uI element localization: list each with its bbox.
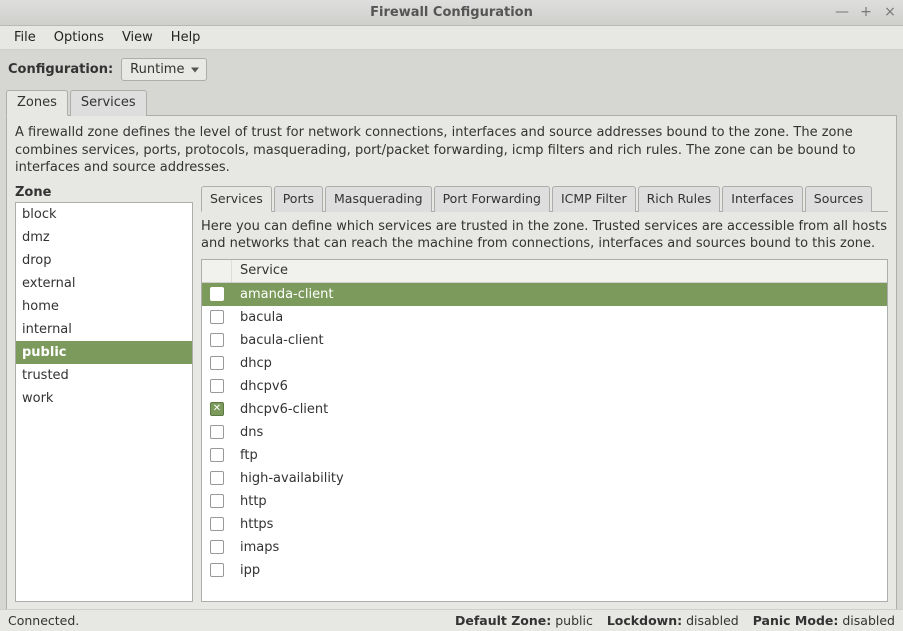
service-row-amanda-client[interactable]: amanda-client [202,283,887,306]
service-row-dhcp[interactable]: dhcp [202,352,887,375]
zone-heading: Zone [15,185,193,200]
tab-icmp-filter[interactable]: ICMP Filter [552,186,636,212]
tab-port-forwarding[interactable]: Port Forwarding [434,186,550,212]
service-checkbox-amanda-client[interactable] [210,287,224,301]
config-selected: Runtime [130,62,184,77]
service-header-checkbox-col [202,260,232,282]
tab-ports[interactable]: Ports [274,186,323,212]
maximize-icon[interactable]: + [857,3,875,21]
tab-sources[interactable]: Sources [805,186,872,212]
titlebar: Firewall Configuration — + × [0,0,903,26]
zone-item-internal[interactable]: internal [16,318,192,341]
config-label: Configuration: [8,62,113,77]
zone-item-work[interactable]: work [16,387,192,410]
service-row-dhcpv6[interactable]: dhcpv6 [202,375,887,398]
service-row-http[interactable]: http [202,490,887,513]
config-dropdown[interactable]: Runtime [121,58,207,81]
service-checkbox-bacula-client[interactable] [210,333,224,347]
service-name: ftp [232,446,887,465]
services-description: Here you can define which services are t… [201,218,888,253]
service-checkbox-dns[interactable] [210,425,224,439]
service-checkbox-https[interactable] [210,517,224,531]
service-checkbox-http[interactable] [210,494,224,508]
service-name: high-availability [232,469,887,488]
zone-item-external[interactable]: external [16,272,192,295]
service-row-bacula[interactable]: bacula [202,306,887,329]
status-right: Default Zone: public Lockdown: disabled … [455,613,895,628]
service-name: bacula-client [232,331,887,350]
service-row-ftp[interactable]: ftp [202,444,887,467]
zone-item-public[interactable]: public [16,341,192,364]
service-name: dhcp [232,354,887,373]
service-name: https [232,515,887,534]
service-name: imaps [232,538,887,557]
window-controls: — + × [833,3,899,21]
tab-masquerading[interactable]: Masquerading [325,186,432,212]
service-header-name: Service [232,260,887,281]
service-row-dhcpv6-client[interactable]: dhcpv6-client [202,398,887,421]
zones-panel: A firewalld zone defines the level of tr… [6,116,897,611]
zone-item-drop[interactable]: drop [16,249,192,272]
tab-rich-rules[interactable]: Rich Rules [638,186,721,212]
service-checkbox-imaps[interactable] [210,540,224,554]
service-name: dns [232,423,887,442]
status-panic: Panic Mode: disabled [753,613,895,628]
service-row-bacula-client[interactable]: bacula-client [202,329,887,352]
zone-description: A firewalld zone defines the level of tr… [15,124,888,177]
config-row: Configuration: Runtime [0,50,903,89]
service-table: Service amanda-client bacula bacula-client… [201,259,888,602]
service-name: amanda-client [232,285,887,304]
zone-list[interactable]: blockdmzdropexternalhomeinternalpublictr… [15,202,193,602]
zone-item-trusted[interactable]: trusted [16,364,192,387]
status-connected: Connected. [8,613,79,628]
tab-interfaces[interactable]: Interfaces [722,186,802,212]
menu-file[interactable]: File [6,27,44,48]
service-checkbox-ipp[interactable] [210,563,224,577]
service-checkbox-high-availability[interactable] [210,471,224,485]
service-header: Service [202,260,887,283]
service-row-https[interactable]: https [202,513,887,536]
services-panel: Here you can define which services are t… [201,212,888,602]
status-default-zone: Default Zone: public [455,613,593,628]
zones-content: Zone blockdmzdropexternalhomeinternalpub… [15,185,888,602]
service-name: ipp [232,561,887,580]
minimize-icon[interactable]: — [833,3,851,21]
tab-services[interactable]: Services [201,186,272,212]
inner-tabs: Services Ports Masquerading Port Forward… [201,185,888,212]
tab-zones[interactable]: Zones [6,90,68,116]
menu-options[interactable]: Options [46,27,112,48]
statusbar: Connected. Default Zone: public Lockdown… [0,609,903,631]
service-name: bacula [232,308,887,327]
zone-detail-column: Services Ports Masquerading Port Forward… [201,185,888,602]
window-title: Firewall Configuration [370,5,533,20]
service-rows[interactable]: amanda-client bacula bacula-client dhcp dhcp… [202,283,887,601]
service-row-high-availability[interactable]: high-availability [202,467,887,490]
zone-item-home[interactable]: home [16,295,192,318]
service-checkbox-dhcpv6-client[interactable] [210,402,224,416]
zone-column: Zone blockdmzdropexternalhomeinternalpub… [15,185,193,602]
menu-help[interactable]: Help [163,27,209,48]
menubar: File Options View Help [0,26,903,50]
service-row-dns[interactable]: dns [202,421,887,444]
zone-item-block[interactable]: block [16,203,192,226]
close-icon[interactable]: × [881,3,899,21]
service-checkbox-ftp[interactable] [210,448,224,462]
service-name: http [232,492,887,511]
service-checkbox-dhcp[interactable] [210,356,224,370]
service-name: dhcpv6 [232,377,887,396]
service-name: dhcpv6-client [232,400,887,419]
zone-item-dmz[interactable]: dmz [16,226,192,249]
status-lockdown: Lockdown: disabled [607,613,739,628]
tab-services-outer[interactable]: Services [70,90,147,116]
service-checkbox-dhcpv6[interactable] [210,379,224,393]
service-row-imaps[interactable]: imaps [202,536,887,559]
menu-view[interactable]: View [114,27,161,48]
service-row-ipp[interactable]: ipp [202,559,887,582]
outer-tabs: Zones Services [6,89,897,116]
service-checkbox-bacula[interactable] [210,310,224,324]
